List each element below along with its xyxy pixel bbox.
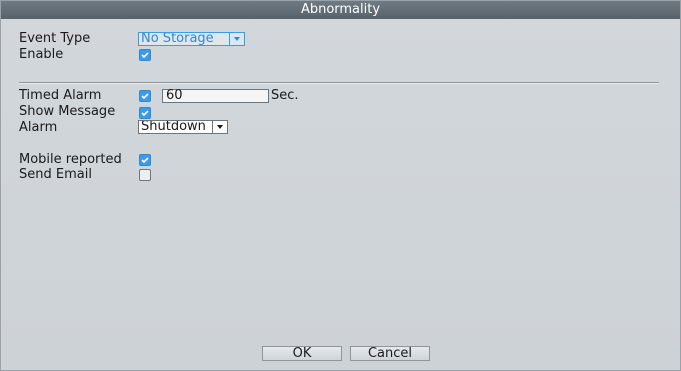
enable-checkbox[interactable] [139, 49, 151, 61]
send-email-checkbox[interactable] [139, 169, 151, 181]
alarm-value: Shutdown [141, 121, 206, 133]
checkmark-icon [141, 93, 149, 100]
abnormality-dialog: Abnormality Event Type No Storage Enable… [0, 0, 681, 371]
section-divider [19, 82, 659, 84]
event-type-value: No Storage [141, 33, 214, 45]
chevron-down-icon[interactable] [212, 121, 227, 133]
alarm-label: Alarm [19, 120, 58, 135]
checkmark-icon [141, 52, 149, 59]
checkmark-icon [141, 157, 149, 164]
checkmark-icon [141, 110, 149, 117]
dialog-title: Abnormality [1, 1, 680, 19]
cancel-button[interactable]: Cancel [350, 346, 430, 361]
show-message-checkbox[interactable] [139, 107, 151, 119]
chevron-down-icon[interactable] [229, 33, 244, 45]
mobile-reported-label: Mobile reported [19, 152, 122, 167]
event-type-label: Event Type [19, 31, 91, 46]
ok-button[interactable]: OK [262, 346, 342, 361]
timed-alarm-unit: Sec. [271, 88, 299, 103]
mobile-reported-checkbox[interactable] [139, 154, 151, 166]
event-type-select[interactable]: No Storage [138, 32, 245, 46]
show-message-label: Show Message [19, 104, 116, 119]
send-email-label: Send Email [19, 167, 92, 182]
alarm-select[interactable]: Shutdown [138, 120, 228, 134]
timed-alarm-input[interactable]: 60 [162, 89, 269, 103]
enable-label: Enable [19, 47, 64, 62]
timed-alarm-label: Timed Alarm [19, 88, 102, 103]
timed-alarm-checkbox[interactable] [139, 90, 151, 102]
